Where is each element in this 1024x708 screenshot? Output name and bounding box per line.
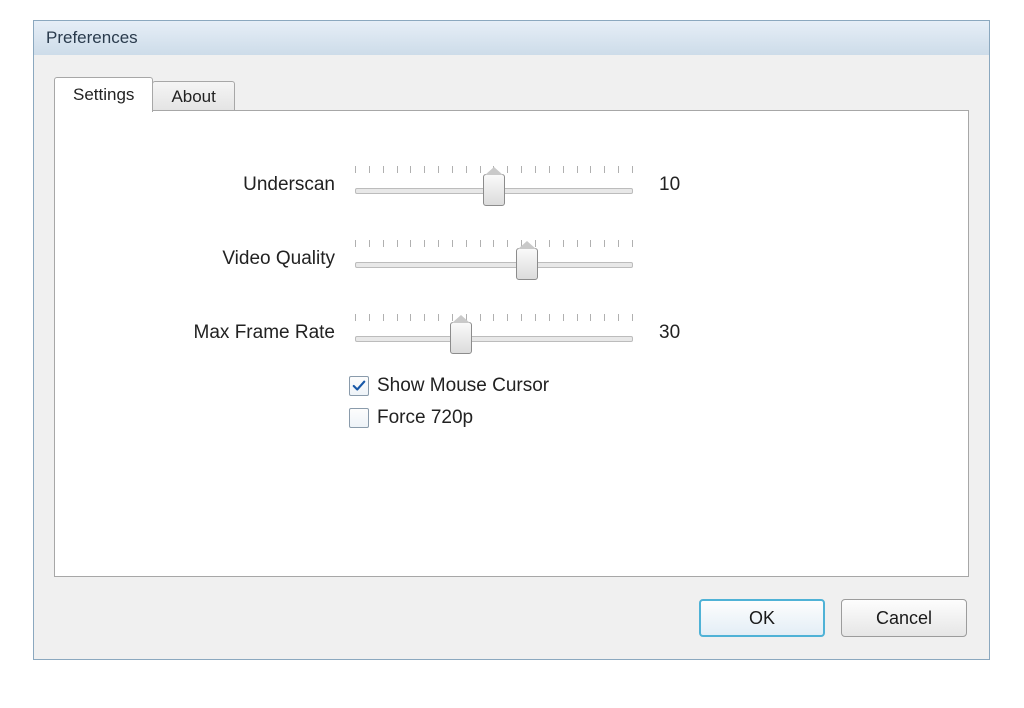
settings-form: Underscan 10 Video Quality	[125, 159, 719, 439]
ok-button-label: OK	[749, 608, 775, 629]
underscan-value: 10	[639, 174, 719, 196]
tab-about[interactable]: About	[152, 81, 234, 112]
ok-button[interactable]: OK	[699, 599, 825, 637]
slider-ticks	[355, 314, 633, 324]
tab-settings-label: Settings	[73, 85, 134, 105]
checkbox-group: Show Mouse Cursor Force 720p	[349, 375, 719, 429]
tab-strip: Settings About	[54, 77, 234, 112]
dialog-client: Settings About Underscan 10 Video	[34, 55, 989, 659]
max-frame-rate-thumb[interactable]	[450, 322, 472, 354]
max-frame-rate-slider[interactable]	[349, 312, 639, 354]
row-video-quality: Video Quality	[125, 233, 719, 285]
dialog-button-row: OK Cancel	[699, 599, 967, 637]
tab-about-label: About	[171, 87, 215, 107]
cancel-button-label: Cancel	[876, 608, 932, 629]
cancel-button[interactable]: Cancel	[841, 599, 967, 637]
video-quality-label: Video Quality	[125, 248, 349, 270]
max-frame-rate-label: Max Frame Rate	[125, 322, 349, 344]
dialog-title: Preferences	[46, 28, 138, 48]
video-quality-slider[interactable]	[349, 238, 639, 280]
show-mouse-cursor-row[interactable]: Show Mouse Cursor	[349, 375, 719, 397]
tab-settings[interactable]: Settings	[54, 77, 153, 112]
force-720p-row[interactable]: Force 720p	[349, 407, 719, 429]
slider-track	[355, 336, 633, 342]
show-mouse-cursor-label: Show Mouse Cursor	[377, 375, 549, 397]
slider-track	[355, 262, 633, 268]
row-underscan: Underscan 10	[125, 159, 719, 211]
underscan-slider[interactable]	[349, 164, 639, 206]
slider-ticks	[355, 240, 633, 250]
force-720p-label: Force 720p	[377, 407, 473, 429]
tab-page-settings: Underscan 10 Video Quality	[54, 110, 969, 577]
max-frame-rate-value: 30	[639, 322, 719, 344]
row-max-frame-rate: Max Frame Rate 30	[125, 307, 719, 359]
show-mouse-cursor-checkbox[interactable]	[349, 376, 369, 396]
preferences-dialog: Preferences Settings About Underscan	[33, 20, 990, 660]
dialog-titlebar[interactable]: Preferences	[34, 21, 989, 56]
underscan-label: Underscan	[125, 174, 349, 196]
underscan-thumb[interactable]	[483, 174, 505, 206]
force-720p-checkbox[interactable]	[349, 408, 369, 428]
video-quality-thumb[interactable]	[516, 248, 538, 280]
check-icon	[352, 379, 366, 393]
